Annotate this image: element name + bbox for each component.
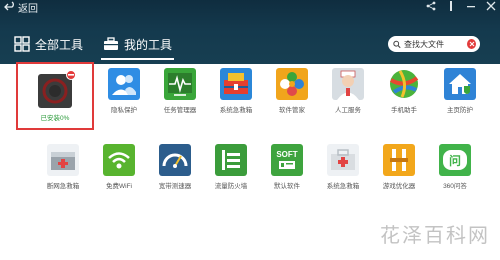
remove-badge-icon[interactable] — [66, 70, 76, 80]
tools-row-1: 已安装0% 隐私保护 任务管理器 系统急救箱 软件管家 人工服务 手机助手 主页… — [16, 62, 488, 130]
tab-all-tools-label: 全部工具 — [35, 37, 84, 52]
tool-label: 游戏优化器 — [382, 183, 416, 190]
share-icon[interactable] — [426, 1, 436, 11]
tool-game-optimizer[interactable]: 游戏优化器 — [371, 138, 427, 198]
close-icon[interactable] — [486, 1, 496, 11]
tool-label: 默认软件 — [274, 183, 300, 190]
ball-icon — [388, 68, 420, 100]
search-box[interactable] — [388, 36, 480, 52]
tool-software-manager[interactable]: 软件管家 — [264, 62, 320, 122]
back-label: 返回 — [18, 3, 38, 15]
tab-my-tools[interactable]: 我的工具 — [101, 33, 175, 60]
tool-label: 免费WiFi — [106, 183, 132, 190]
menu-icon[interactable] — [446, 1, 456, 11]
tool-network-rescue[interactable]: 断网急救箱 — [35, 138, 91, 198]
tool-label: 宽带测速器 — [158, 183, 192, 190]
toolbox-tab-icon — [104, 37, 119, 50]
tool-task-manager[interactable]: 任务管理器 — [152, 62, 208, 122]
tool-label: 任务管理器 — [163, 107, 197, 114]
waveform-icon — [164, 68, 196, 100]
grid-icon — [14, 36, 30, 52]
tool-360-qa[interactable]: 问 360问答 — [427, 138, 483, 198]
tool-free-wifi[interactable]: 免费WiFi — [91, 138, 147, 198]
question-bubble-icon: 问 — [439, 144, 471, 176]
header-bar: 返回 全部工具 我的工具 查找大文件 — [0, 0, 500, 64]
soft-icon: SOFT — [271, 144, 303, 176]
tool-label: 软件管家 — [279, 107, 305, 114]
window-controls — [426, 0, 496, 12]
qa-icon-text: 问 — [448, 153, 461, 168]
tools-row-2: 断网急救箱 免费WiFi 宽带测速器 流量防火墙 SOFT 默认软件 系统急救箱… — [35, 138, 483, 198]
game-icon — [383, 144, 415, 176]
back-arrow-icon — [4, 1, 14, 11]
tool-default-software[interactable]: SOFT 默认软件 — [259, 138, 315, 198]
flower-icon — [276, 68, 308, 100]
tool-speed-test[interactable]: 宽带测速器 — [147, 138, 203, 198]
watermark-text: 花泽百科网 — [380, 223, 490, 247]
minimize-icon[interactable] — [466, 1, 476, 11]
doctor-icon — [332, 68, 364, 100]
tool-homepage-protect[interactable]: 主页防护 — [432, 62, 488, 122]
soft-icon-text: SOFT — [276, 149, 298, 159]
wifi-icon — [103, 144, 135, 176]
speedometer-icon — [159, 144, 191, 176]
tab-bar: 全部工具 我的工具 — [14, 33, 192, 60]
search-icon — [393, 40, 401, 48]
tool-label: 人工服务 — [335, 107, 361, 114]
tool-phone-assistant[interactable]: 手机助手 — [376, 62, 432, 122]
search-input[interactable] — [404, 37, 465, 51]
firstaid-box-icon — [47, 144, 79, 176]
tool-label: 断网急救箱 — [46, 183, 80, 190]
tool-traffic-firewall[interactable]: 流量防火墙 — [203, 138, 259, 198]
tool-label: 系统急救箱 — [326, 183, 360, 190]
clear-search-icon[interactable] — [467, 39, 476, 49]
tool-label: 主页防护 — [447, 107, 473, 114]
tool-system-rescue[interactable]: 系统急救箱 — [208, 62, 264, 122]
tool-installing[interactable]: 已安装0% — [16, 62, 94, 130]
back-button[interactable]: 返回 — [4, 0, 38, 15]
medkit-icon — [327, 144, 359, 176]
tool-privacy[interactable]: 隐私保护 — [96, 62, 152, 122]
tool-label: 已安装0% — [40, 115, 70, 122]
tab-all-tools[interactable]: 全部工具 — [14, 33, 83, 55]
tool-human-service[interactable]: 人工服务 — [320, 62, 376, 122]
tab-my-tools-label: 我的工具 — [124, 37, 173, 52]
home-shield-icon — [444, 68, 476, 100]
tool-label: 流量防火墙 — [214, 183, 248, 190]
firewall-icon — [215, 144, 247, 176]
tool-label: 系统急救箱 — [219, 107, 253, 114]
toolbox-icon — [220, 68, 252, 100]
tool-label: 隐私保护 — [111, 107, 137, 114]
tool-label: 360问答 — [443, 183, 467, 190]
users-icon — [108, 68, 140, 100]
progress-ring-icon — [38, 70, 76, 108]
tool-system-medkit[interactable]: 系统急救箱 — [315, 138, 371, 198]
tool-label: 手机助手 — [391, 107, 417, 114]
